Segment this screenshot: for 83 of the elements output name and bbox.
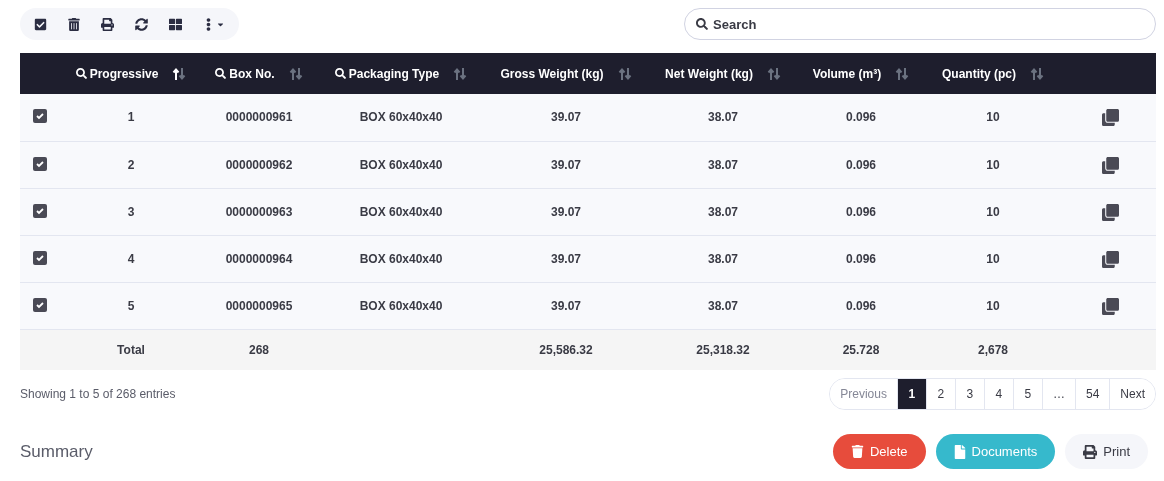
table-cell: 0.096 xyxy=(846,204,876,219)
table-cell: 0.096 xyxy=(846,110,876,125)
copy-icon[interactable] xyxy=(1101,156,1119,174)
table-cell: 10 xyxy=(986,251,1000,266)
column-header[interactable]: Quantity (pc) xyxy=(942,64,1016,83)
entries-info: Showing 1 to 5 of 268 entries xyxy=(20,386,176,403)
search-icon xyxy=(334,68,346,79)
search-icon xyxy=(696,18,708,30)
section-title: Summary xyxy=(20,440,93,463)
row-checkbox[interactable] xyxy=(33,250,47,265)
search-icon xyxy=(75,68,87,79)
page-link[interactable]: 1 xyxy=(897,379,927,409)
search-field[interactable]: Search xyxy=(684,8,1156,40)
table-cell: BOX 60x40x40 xyxy=(359,157,443,172)
row-checkbox[interactable] xyxy=(33,297,47,312)
row-checkbox[interactable] xyxy=(33,109,47,124)
table-cell: 0000000965 xyxy=(225,298,293,313)
table-cell: 38.07 xyxy=(708,251,738,266)
table-cell: 10 xyxy=(986,157,1000,172)
check-icon xyxy=(35,252,45,263)
check-icon xyxy=(35,299,45,310)
table-cell: 2 xyxy=(127,157,135,172)
table-cell: 39.07 xyxy=(551,298,581,313)
table-cell: BOX 60x40x40 xyxy=(359,110,443,125)
copy-icon[interactable] xyxy=(1101,297,1119,315)
table-cell: 0.096 xyxy=(846,298,876,313)
column-header[interactable]: Gross Weight (kg) xyxy=(500,64,604,83)
copy-icon[interactable] xyxy=(1101,250,1119,268)
table-cell: 38.07 xyxy=(708,110,738,125)
table-cell: 10 xyxy=(986,110,1000,125)
column-header[interactable]: Volume (m³) xyxy=(812,64,882,83)
total-cell: 268 xyxy=(249,342,269,357)
trash-icon[interactable] xyxy=(68,17,80,31)
table-cell: 38.07 xyxy=(708,157,738,172)
table-cell: 0000000962 xyxy=(225,157,293,172)
total-cell: 25.728 xyxy=(842,342,880,357)
table-cell: 0000000964 xyxy=(225,251,293,266)
total-cell: 25,586.32 xyxy=(539,342,593,357)
refresh-icon[interactable] xyxy=(135,17,148,31)
table-cell: BOX 60x40x40 xyxy=(359,251,443,266)
table-cell: 39.07 xyxy=(551,157,581,172)
table-cell: BOX 60x40x40 xyxy=(359,298,443,313)
total-cell: 2,678 xyxy=(978,342,1008,357)
check-icon xyxy=(35,158,45,169)
table-cell: 3 xyxy=(127,204,135,219)
sort-icon[interactable] xyxy=(172,66,187,81)
check-icon xyxy=(35,205,45,216)
table-cell: 38.07 xyxy=(708,204,738,219)
select-all-icon[interactable] xyxy=(34,17,47,31)
table-cell: 38.07 xyxy=(708,298,738,313)
document-icon xyxy=(953,444,966,459)
total-cell: 25,318.32 xyxy=(696,342,750,357)
print-icon xyxy=(1083,444,1098,459)
column-header[interactable]: Progressive xyxy=(75,64,159,83)
copy-icon[interactable] xyxy=(1101,109,1119,127)
trash-icon xyxy=(850,445,864,458)
search-icon xyxy=(215,68,227,79)
table-cell: 0000000963 xyxy=(225,204,293,219)
table-cell: 0000000961 xyxy=(225,110,293,125)
column-header[interactable]: Net Weight (kg) xyxy=(665,64,753,83)
table-cell: 1 xyxy=(127,110,135,125)
table-cell: 39.07 xyxy=(551,251,581,266)
table-cell: 5 xyxy=(127,298,135,313)
table-cell: BOX 60x40x40 xyxy=(359,204,443,219)
copy-icon[interactable] xyxy=(1101,203,1119,221)
row-checkbox[interactable] xyxy=(33,203,47,218)
grid-icon[interactable] xyxy=(169,17,182,31)
print-button[interactable]: Print xyxy=(1065,434,1148,469)
table-cell: 39.07 xyxy=(551,204,581,219)
table-cell: 39.07 xyxy=(551,110,581,125)
table-cell: 10 xyxy=(986,298,1000,313)
total-cell: Total xyxy=(117,342,145,357)
row-checkbox[interactable] xyxy=(33,156,47,171)
column-header[interactable]: Packaging Type xyxy=(334,64,440,83)
page-link[interactable]: Previous xyxy=(830,379,898,409)
table-cell: 0.096 xyxy=(846,157,876,172)
table-cell: 10 xyxy=(986,204,1000,219)
column-header[interactable]: Box No. xyxy=(215,64,275,83)
table-cell: 0.096 xyxy=(846,251,876,266)
print-icon[interactable] xyxy=(101,17,114,31)
table-cell: 4 xyxy=(127,251,135,266)
check-icon xyxy=(35,111,45,122)
delete-button[interactable]: Delete xyxy=(832,434,926,469)
